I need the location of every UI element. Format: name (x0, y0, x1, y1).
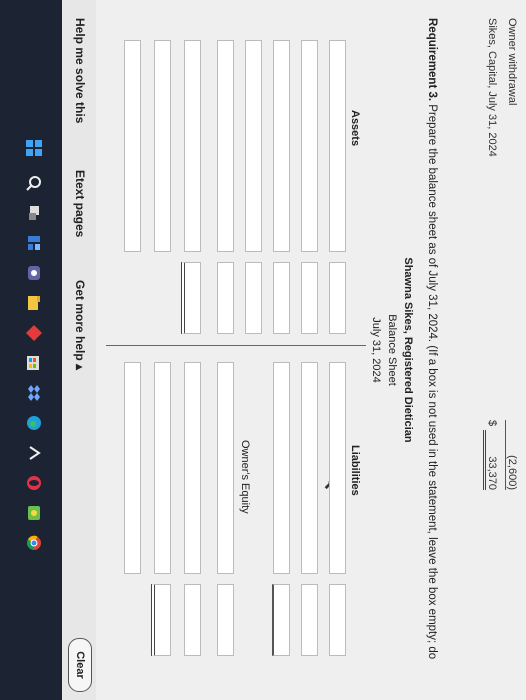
owner-withdrawal-label: Owner withdrawal (506, 18, 518, 106)
asset-label-box[interactable] (329, 40, 346, 252)
liabilities-header: Liabilities (349, 445, 361, 496)
windows-taskbar (0, 0, 62, 700)
equity-label-box[interactable] (217, 362, 234, 574)
app-icon[interactable] (26, 325, 42, 341)
maps-icon[interactable] (26, 445, 42, 461)
task-view-icon[interactable] (26, 205, 42, 221)
asset-amount-box[interactable] (301, 262, 318, 334)
opera-icon[interactable] (26, 475, 42, 491)
search-icon[interactable] (26, 175, 42, 191)
equity-amount-box[interactable] (217, 584, 234, 656)
photos-icon[interactable] (26, 505, 42, 521)
etext-pages-link[interactable]: Etext pages (73, 170, 87, 237)
caret-up-icon: ▴ (73, 364, 87, 371)
asset-label-box[interactable] (154, 40, 171, 252)
total-assets-amount-box[interactable] (181, 262, 201, 334)
liability-label-box[interactable] (273, 362, 290, 574)
total-label-box[interactable] (154, 362, 171, 574)
asset-amount-box[interactable] (245, 262, 262, 334)
asset-label-box[interactable] (301, 40, 318, 252)
clear-all-button[interactable]: Clear (68, 638, 92, 692)
capital-label: Sikes, Capital, July 31, 2024 (486, 18, 498, 157)
screen: Owner withdrawal (2,600) Sikes, Capital,… (0, 0, 526, 700)
asset-label-box[interactable] (273, 40, 290, 252)
equity-amount-box[interactable] (184, 584, 201, 656)
liability-label-box[interactable] (329, 362, 346, 574)
bottom-toolbar: Help me solve this Etext pages Get more … (62, 0, 96, 700)
column-divider (106, 345, 366, 346)
asset-label-box[interactable] (217, 40, 234, 252)
statement-name: Balance Sheet (386, 314, 398, 386)
widgets-icon[interactable] (26, 235, 42, 251)
requirement-text: Requirement 3. Prepare the balance sheet… (426, 18, 438, 660)
dropbox-icon[interactable] (26, 385, 42, 401)
equity-label-box[interactable] (124, 362, 141, 574)
liability-amount-box[interactable] (329, 584, 346, 656)
liability-amount-box[interactable] (301, 584, 318, 656)
capital-amount: 33,370 (483, 430, 498, 490)
asset-amount-box[interactable] (273, 262, 290, 334)
windows-icon[interactable] (26, 140, 42, 156)
equity-label-box[interactable] (184, 362, 201, 574)
asset-amount-box[interactable] (217, 262, 234, 334)
teams-icon[interactable] (26, 265, 42, 281)
assets-header: Assets (349, 110, 361, 147)
homework-page: Owner withdrawal (2,600) Sikes, Capital,… (96, 0, 526, 700)
store-icon[interactable] (26, 355, 42, 371)
total-liabilities-amount-box[interactable] (272, 584, 290, 656)
owner-withdrawal-amount: (2,600) (505, 420, 518, 490)
get-more-help-link[interactable]: Get more help ▴ (73, 280, 87, 370)
company-name: Shawna Sikes, Registered Dietician (402, 257, 414, 443)
asset-label-box[interactable] (245, 40, 262, 252)
statement-date: July 31, 2024 (370, 317, 382, 383)
asset-label-box[interactable] (124, 40, 141, 252)
chrome-icon[interactable] (26, 535, 42, 551)
file-explorer-icon[interactable] (26, 295, 42, 311)
total-liabilities-equity-box[interactable] (151, 584, 171, 656)
help-me-solve-link[interactable]: Help me solve this (73, 18, 87, 123)
liability-label-box[interactable] (301, 362, 318, 574)
dollar-sign: $ (486, 420, 498, 427)
asset-amount-box[interactable] (329, 262, 346, 334)
owners-equity-label: Owner's Equity (239, 440, 251, 514)
total-assets-label-box[interactable] (184, 40, 201, 252)
edge-icon[interactable] (26, 415, 42, 431)
